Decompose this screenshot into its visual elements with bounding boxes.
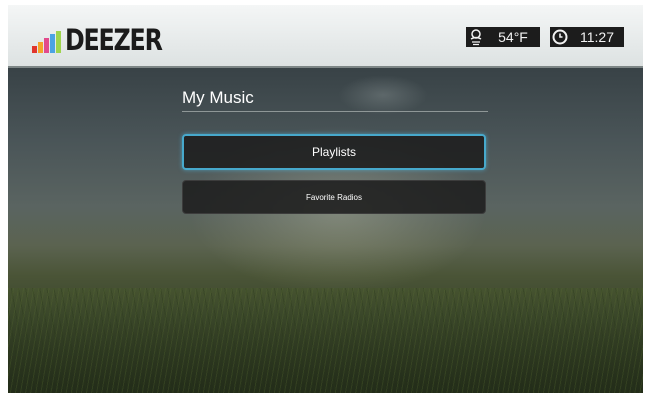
deezer-logo: DEEZER — [32, 19, 183, 57]
clock-icon — [550, 27, 570, 47]
logo-text: DEEZER — [65, 23, 163, 57]
weather-icon — [466, 27, 486, 47]
title-divider — [182, 111, 488, 112]
favorite-radios-button[interactable]: Favorite Radios — [182, 180, 486, 214]
temperature-display: 54°F — [486, 27, 540, 47]
equalizer-bars-icon — [32, 31, 62, 53]
background-cloud — [338, 75, 428, 115]
background-grass-field — [8, 288, 643, 393]
top-bar: DEEZER 54°F 11:27 — [8, 5, 643, 68]
time-display: 11:27 — [570, 27, 624, 47]
page-title: My Music — [182, 88, 254, 107]
playlists-button[interactable]: Playlists — [182, 134, 486, 170]
tv-screen: DEEZER 54°F 11:27 My Music Playlists Fav… — [8, 5, 643, 393]
